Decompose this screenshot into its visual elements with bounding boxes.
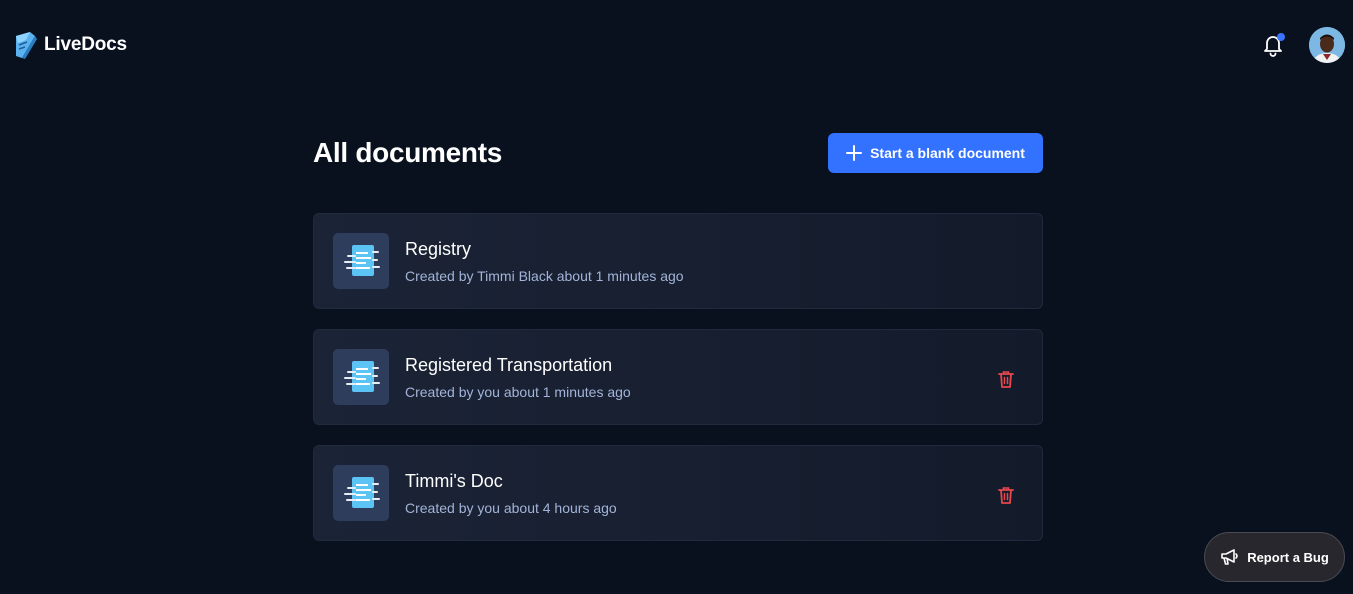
documents-section: All documents Start a blank document Reg… — [313, 133, 1043, 541]
top-bar: LiveDocs — [0, 0, 1353, 90]
document-meta: Created by you about 1 minutes ago — [405, 383, 631, 400]
document-card-registry[interactable]: Registry Created by Timmi Black about 1 … — [313, 213, 1043, 309]
doc-file-icon — [344, 477, 380, 508]
page-title: All documents — [313, 137, 503, 168]
report-bug-button[interactable]: Report a Bug — [1204, 532, 1345, 582]
document-icon — [333, 233, 389, 289]
document-meta: Created by you about 4 hours ago — [405, 499, 617, 516]
document-title: Registered Transportation — [405, 354, 613, 375]
document-title: Timmi's Doc — [405, 470, 503, 491]
document-card-registered-transportation[interactable]: Registered Transportation Created by you… — [313, 329, 1043, 425]
app-logo[interactable]: LiveDocs — [13, 30, 127, 60]
delete-document-button[interactable] — [998, 486, 1014, 504]
trash-icon — [998, 487, 1014, 504]
unread-indicator — [1277, 33, 1285, 41]
logo-icon — [16, 32, 37, 59]
avatar-image — [1309, 27, 1345, 63]
documents-header: All documents Start a blank document — [313, 133, 1043, 173]
delete-document-button[interactable] — [998, 370, 1014, 388]
document-meta: Created by Timmi Black about 1 minutes a… — [405, 267, 684, 284]
doc-file-icon — [344, 361, 380, 392]
document-card-timmis-doc[interactable]: Timmi's Doc Created by you about 4 hours… — [313, 445, 1043, 541]
document-title: Registry — [405, 238, 472, 259]
document-icon — [333, 349, 389, 405]
start-blank-document-button[interactable]: Start a blank document — [828, 133, 1043, 173]
trash-icon — [998, 371, 1014, 388]
document-info: Timmi's Doc Created by you about 4 hours… — [405, 470, 617, 517]
report-bug-label: Report a Bug — [1247, 549, 1329, 565]
document-info: Registered Transportation Created by you… — [405, 354, 631, 401]
document-info: Registry Created by Timmi Black about 1 … — [405, 238, 684, 285]
start-blank-document-label: Start a blank document — [870, 145, 1025, 161]
app-name: LiveDocs — [44, 34, 127, 55]
document-list: Registry Created by Timmi Black about 1 … — [313, 213, 1043, 541]
user-avatar[interactable] — [1309, 27, 1345, 63]
plus-icon — [846, 145, 863, 161]
megaphone-icon — [1221, 549, 1238, 565]
document-icon — [333, 465, 389, 521]
doc-file-icon — [344, 245, 380, 276]
